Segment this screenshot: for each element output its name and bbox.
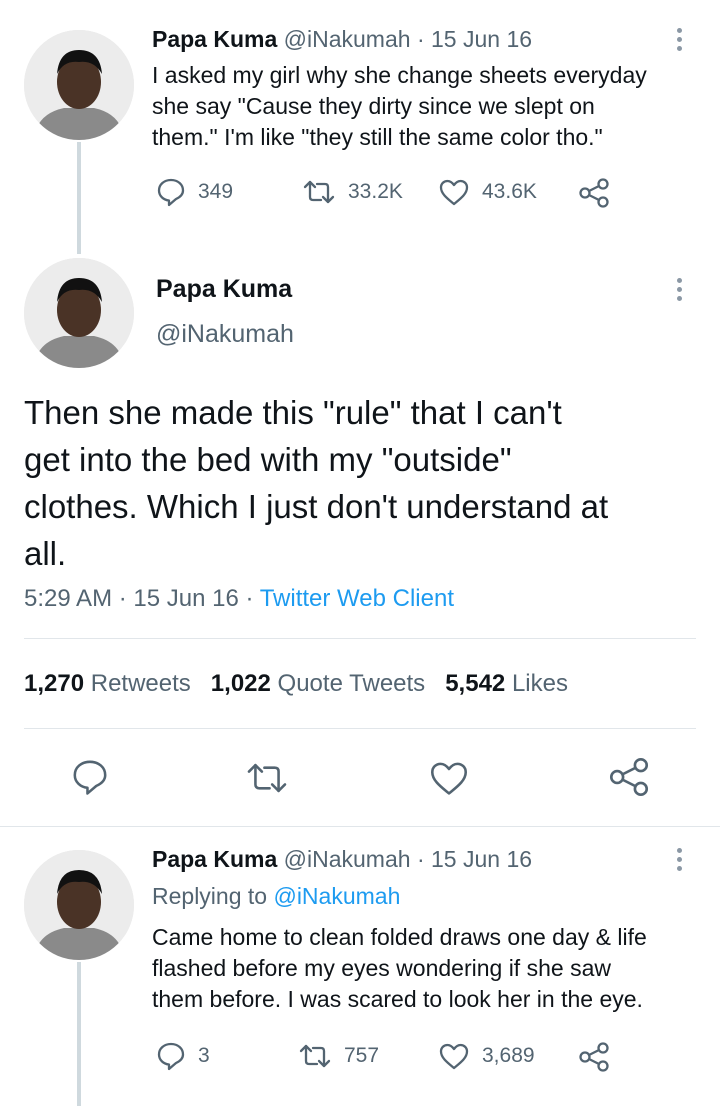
author-name[interactable]: Papa Kuma (156, 275, 292, 304)
reply-count: 349 (198, 180, 234, 203)
like-icon (439, 1043, 469, 1070)
retweets-count: 1,270 (24, 670, 85, 697)
tweet-timestamp[interactable]: 5:29 AM · 15 Jun 16 · (24, 585, 260, 612)
likes-count: 5,542 (445, 670, 506, 697)
more-icon[interactable] (677, 848, 683, 875)
retweets-label: Retweets (90, 670, 191, 697)
avatar-image (24, 850, 134, 960)
text-line: all. (24, 535, 67, 572)
retweet-count: 33.2K (348, 180, 403, 203)
divider (24, 728, 696, 729)
tweet1-header: Papa Kuma @iNakumah · 15 Jun 16 (152, 26, 532, 53)
text-line: Then she made this "rule" that I can't (24, 394, 562, 431)
retweet-button[interactable]: 33.2K (302, 178, 403, 206)
text-line: she say "Cause they dirty since we slept… (152, 93, 595, 119)
text-line: flashed before my eyes wondering if she … (152, 955, 611, 981)
divider (24, 638, 696, 639)
replying-to-handle[interactable]: @iNakumah (273, 883, 400, 909)
replying-to: Replying to @iNakumah (152, 883, 400, 910)
retweet-button[interactable]: 757 (298, 1042, 379, 1070)
retweet-icon (247, 763, 287, 793)
text-line: clothes. Which I just don't understand a… (24, 488, 609, 525)
reply-button[interactable]: 3 (156, 1041, 210, 1071)
reply-button[interactable] (70, 758, 110, 801)
quotes-label: Quote Tweets (277, 670, 426, 697)
tweet-metadata: 5:29 AM · 15 Jun 16 · Twitter Web Client (24, 585, 454, 613)
like-button[interactable]: 43.6K (438, 178, 537, 206)
like-button[interactable]: 3,689 (438, 1042, 535, 1070)
reply-count: 3 (198, 1044, 210, 1067)
tweet3-text: Came home to clean folded draws one day … (152, 922, 647, 1015)
share-button[interactable] (578, 178, 610, 208)
thread-line (77, 142, 81, 254)
retweet-button[interactable] (245, 760, 289, 801)
text-line: them before. I was scared to look her in… (152, 986, 643, 1012)
avatar-tweet1[interactable] (24, 30, 134, 140)
main-tweet-text: Then she made this "rule" that I can't g… (24, 389, 714, 577)
like-count: 43.6K (482, 180, 537, 203)
retweet-count: 757 (344, 1044, 380, 1067)
reply-icon (157, 1042, 185, 1071)
text-line: I asked my girl why she change sheets ev… (152, 62, 647, 88)
reply-button[interactable]: 349 (156, 177, 233, 207)
replying-to-label: Replying to (152, 883, 268, 909)
share-icon (579, 1042, 609, 1072)
tweet1-text: I asked my girl why she change sheets ev… (152, 60, 647, 153)
author-handle[interactable]: @iNakumah (284, 846, 411, 872)
tweet-client-link[interactable]: Twitter Web Client (260, 585, 454, 612)
avatar-image (24, 258, 134, 368)
text-line: them." I'm like "they still the same col… (152, 124, 603, 150)
tweet-date[interactable]: · 15 Jun 16 (417, 846, 532, 872)
reply-icon (157, 178, 185, 207)
retweet-icon (303, 180, 335, 204)
author-name[interactable]: Papa Kuma (152, 26, 277, 52)
text-line: get into the bed with my "outside" (24, 441, 512, 478)
reply-icon (73, 760, 107, 795)
divider (0, 826, 720, 827)
quotes-count: 1,022 (210, 670, 271, 697)
thread-line (77, 962, 81, 1106)
retweet-icon (299, 1044, 331, 1068)
share-button[interactable] (608, 757, 650, 802)
author-handle[interactable]: @iNakumah (156, 320, 294, 349)
share-button[interactable] (578, 1042, 610, 1072)
retweets-stat[interactable]: 1,270 Retweets (24, 670, 191, 697)
avatar-main[interactable] (24, 258, 134, 368)
like-icon (431, 762, 467, 795)
likes-stat[interactable]: 5,542 Likes (445, 670, 568, 697)
more-icon[interactable] (677, 28, 683, 55)
quotes-stat[interactable]: 1,022 Quote Tweets (211, 670, 425, 697)
text-line: Came home to clean folded draws one day … (152, 924, 647, 950)
likes-label: Likes (511, 670, 568, 697)
like-count: 3,689 (482, 1044, 535, 1067)
tweet3-header: Papa Kuma @iNakumah · 15 Jun 16 (152, 846, 532, 873)
avatar-image (24, 30, 134, 140)
author-handle[interactable]: @iNakumah (284, 26, 411, 52)
share-icon (609, 757, 649, 797)
like-button[interactable] (428, 760, 470, 801)
author-name[interactable]: Papa Kuma (152, 846, 277, 872)
tweet-stats: 1,270 Retweets 1,022 Quote Tweets 5,542 … (24, 670, 568, 698)
tweet-date[interactable]: · 15 Jun 16 (417, 26, 532, 52)
like-icon (439, 179, 469, 206)
avatar-tweet3[interactable] (24, 850, 134, 960)
more-icon[interactable] (677, 278, 683, 305)
share-icon (579, 178, 609, 208)
